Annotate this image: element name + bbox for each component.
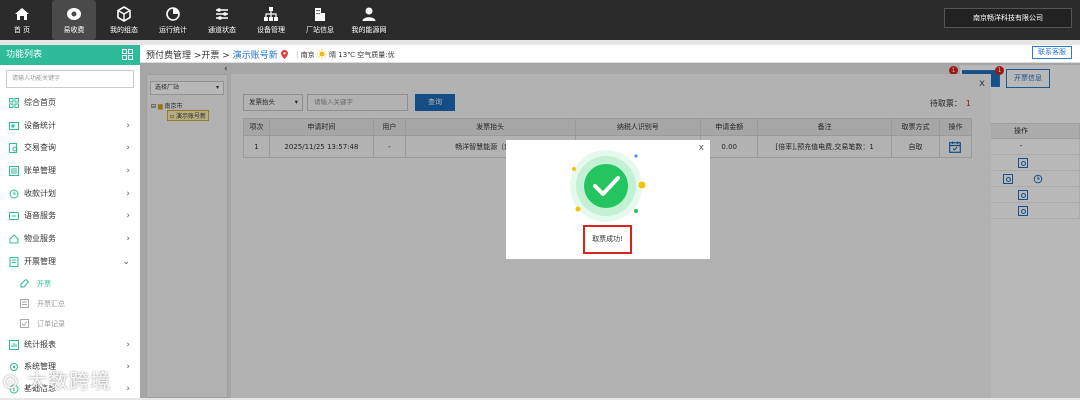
sidebar-item-collection-plan[interactable]: 收款计划 › — [0, 183, 140, 206]
report-icon — [9, 339, 19, 350]
sliders-icon — [216, 8, 228, 20]
nav-label: 运行统计 — [159, 26, 187, 34]
sidebar-subitem-label: 订单记录 — [37, 319, 65, 328]
property-icon — [9, 234, 19, 244]
chevron-icon: › — [126, 383, 130, 394]
bill-icon — [9, 166, 19, 177]
plan-icon — [9, 189, 19, 199]
weather-city: 南京 — [300, 51, 315, 59]
nav-device[interactable]: 设备管理 — [249, 0, 293, 40]
sidebar-menu: 综合首页 设备统计 › 交易查询 › 账单管理 › 收款计划 › 语音服务 › 物业服务 ›… — [0, 92, 140, 274]
company-name[interactable]: 南京畅洋科技有限公司 — [944, 8, 1072, 28]
success-message: 取票成功! — [583, 225, 632, 254]
contact-support-button[interactable]: 联系客服 — [1032, 46, 1072, 59]
sidebar-item-label: 交易查询 — [24, 143, 56, 153]
sidebar-item-label: 账单管理 — [24, 166, 56, 176]
sidebar: 功能列表 请输入功能关键字 综合首页 设备统计 › 交易查询 › 账单管理 › 收款计… — [0, 45, 140, 398]
sidebar-item-label: 收款计划 — [24, 188, 56, 198]
sidebar-item-property[interactable]: 物业服务 › — [0, 228, 140, 251]
chevron-icon: › — [126, 339, 130, 350]
nav-label: 我的组态 — [110, 26, 138, 34]
watermark: ⊙ 大数跨境 — [2, 369, 112, 393]
grid-icon[interactable] — [122, 49, 133, 60]
network-icon — [264, 7, 278, 21]
success-check-icon — [570, 150, 646, 222]
sidebar-item-transactions[interactable]: 交易查询 › — [0, 137, 140, 160]
device-icon — [9, 121, 19, 130]
nav-label: 首 页 — [13, 26, 31, 34]
search-doc-icon — [9, 143, 18, 154]
sidebar-item-invoice-mgmt[interactable]: 开票管理 ⌄ — [0, 251, 140, 274]
nav-stats[interactable]: 运行统计 — [151, 0, 195, 40]
sidebar-item-label: 物业服务 — [24, 234, 56, 244]
nav-my-config[interactable]: 我的组态 — [102, 0, 146, 40]
sun-icon — [316, 49, 327, 59]
user-icon — [362, 7, 376, 21]
nav-easy-charge[interactable]: 易收费 — [52, 0, 96, 40]
nav-channel[interactable]: 通道状态 — [200, 0, 244, 40]
chevron-icon: › — [126, 211, 130, 222]
sidebar-item-voice[interactable]: 语音服务 › — [0, 205, 140, 228]
weather-text: 晴 13℃ 空气质量:优 — [329, 51, 395, 59]
chevron-icon: › — [126, 361, 130, 372]
sidebar-item-reports[interactable]: 统计报表 › — [0, 334, 140, 356]
sidebar-item-label: 统计报表 — [24, 339, 56, 349]
sidebar-subitem-summary[interactable]: 开票汇总 — [0, 294, 140, 314]
cube-icon — [117, 6, 131, 22]
home-icon — [15, 8, 29, 20]
chevron-icon: ⌄ — [122, 256, 130, 267]
sidebar-subitem-orders[interactable]: 订单记录 — [0, 314, 140, 334]
breadcrumb-bar: 预付费管理 >开票 > 演示账号新 | 南京 晴 13℃ 空气质量:优 联系客服 — [140, 45, 1080, 63]
location-pin-icon — [280, 50, 288, 59]
chevron-icon: › — [126, 234, 130, 245]
sidebar-search-input[interactable]: 请输入功能关键字 — [6, 70, 134, 88]
nav-station[interactable]: 厂站信息 — [298, 0, 342, 40]
chevron-icon: › — [126, 188, 130, 199]
pie-chart-icon — [166, 7, 180, 21]
nav-energy-net[interactable]: 我的能源网 — [347, 0, 391, 40]
nav-label: 设备管理 — [257, 26, 285, 34]
order-icon — [20, 318, 29, 328]
close-icon[interactable]: x — [699, 143, 704, 153]
sidebar-item-bills[interactable]: 账单管理 › — [0, 160, 140, 183]
sidebar-title: 功能列表 — [6, 50, 43, 60]
grid-icon — [9, 98, 19, 108]
breadcrumb-path: 预付费管理 >开票 > — [146, 51, 230, 61]
sidebar-item-label: 设备统计 — [24, 120, 56, 130]
top-navigation-bar: 首 页 易收费 我的组态 运行统计 通道状态 设备管理 厂站信息 我的能源网 南… — [0, 0, 1080, 40]
sidebar-header: 功能列表 — [0, 45, 140, 65]
sidebar-subitem-label: 开票汇总 — [37, 299, 65, 308]
nav-label: 我的能源网 — [351, 26, 387, 34]
breadcrumb: 预付费管理 >开票 > 演示账号新 — [146, 48, 288, 61]
sidebar-subitem-label: 开票 — [37, 279, 51, 288]
building-icon — [315, 8, 325, 21]
summary-icon — [20, 298, 29, 308]
invoice-icon — [9, 256, 19, 267]
watermark-text: 大数跨境 — [27, 369, 112, 393]
sidebar-item-label: 综合首页 — [24, 98, 56, 107]
nav-home[interactable]: 首 页 — [0, 0, 44, 40]
voice-icon — [9, 212, 19, 221]
sidebar-item-label: 开票管理 — [24, 256, 56, 266]
invoice-open-icon — [20, 278, 29, 287]
chevron-icon: › — [126, 166, 130, 177]
success-popup: x 取票成功! — [506, 140, 710, 259]
sidebar-item-home[interactable]: 综合首页 — [0, 92, 140, 115]
breadcrumb-location[interactable]: 演示账号新 — [233, 51, 278, 61]
sidebar-item-device-stats[interactable]: 设备统计 › — [0, 115, 140, 138]
nav-label: 易收费 — [63, 26, 85, 34]
sidebar-item-label: 语音服务 — [24, 211, 56, 221]
nav-label: 通道状态 — [208, 26, 236, 34]
chevron-icon: › — [126, 143, 130, 154]
sidebar-subitem-invoice[interactable]: 开票 — [0, 274, 140, 294]
weather-info: | 南京 晴 13℃ 空气质量:优 — [296, 49, 395, 59]
chevron-icon: › — [126, 120, 130, 131]
wallet-icon — [67, 8, 81, 20]
nav-label: 厂站信息 — [306, 26, 334, 34]
